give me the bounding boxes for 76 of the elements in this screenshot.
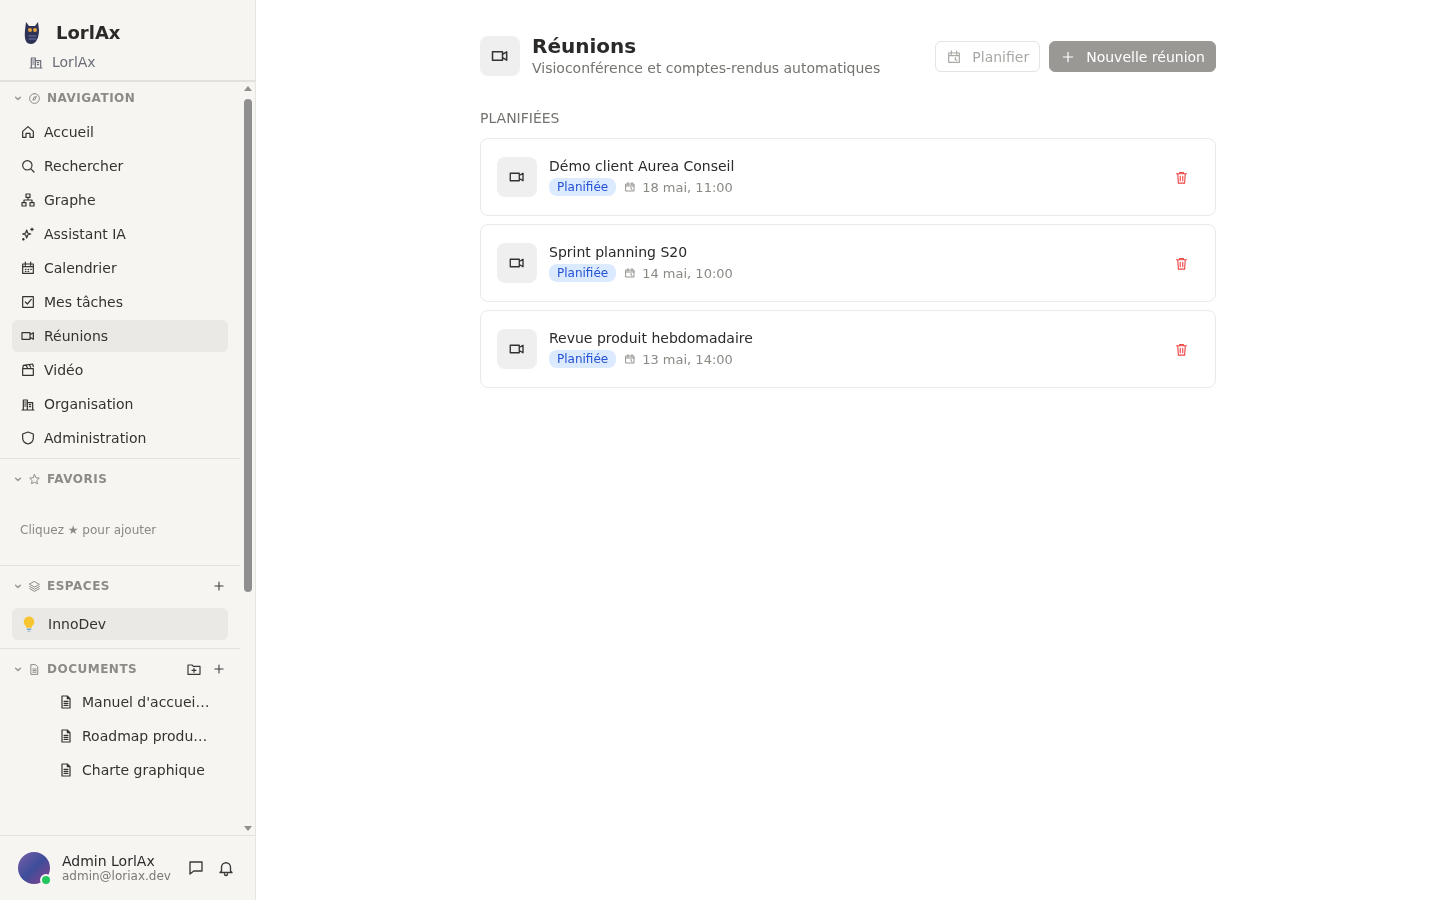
delete-icon[interactable] (1174, 255, 1189, 271)
section-title: ESPACES (47, 579, 111, 593)
page-title: Réunions (532, 34, 638, 58)
delete-icon[interactable] (1174, 169, 1189, 185)
video-camera-icon (497, 243, 537, 283)
nav-icon (20, 260, 36, 276)
app-name: LorlAx (56, 21, 121, 43)
new-folder-icon[interactable] (186, 661, 202, 677)
nav-item[interactable]: Réunions (12, 320, 228, 352)
video-camera-icon (480, 36, 520, 76)
chevron-icon[interactable] (14, 94, 22, 102)
meeting-time: 14 mai, 10:00 (642, 265, 733, 281)
status-badge: Planifiée (549, 350, 617, 368)
calendar-clock-icon (624, 353, 637, 365)
nav-icon (20, 158, 36, 174)
user-email: admin@loriax.dev (62, 869, 172, 883)
nav-item[interactable]: Graphe (12, 184, 228, 216)
document-icon (58, 728, 74, 744)
nav-item[interactable]: Accueil (12, 116, 228, 148)
document-item[interactable]: Charte graphique (0, 753, 240, 787)
compass-icon (28, 91, 41, 105)
nav-icon (20, 430, 36, 446)
document-icon (58, 694, 74, 710)
document-item[interactable]: Manuel d'accuei… (0, 685, 240, 719)
chevron-icon[interactable] (14, 665, 22, 673)
calendar-clock-icon (624, 267, 637, 279)
meeting-title: Démo client Aurea Conseil (549, 158, 736, 174)
meeting-time: 13 mai, 14:00 (642, 351, 733, 367)
nav-item[interactable]: Vidéo (12, 354, 228, 386)
nav-item[interactable]: Mes tâches (12, 286, 228, 318)
add-icon[interactable] (212, 662, 226, 676)
star-icon (28, 472, 41, 486)
meeting-time: 18 mai, 11:00 (642, 179, 733, 195)
status-badge: Planifiée (549, 178, 617, 196)
chat-icon[interactable] (187, 859, 205, 877)
nav-icon (20, 226, 36, 242)
video-camera-icon (497, 329, 537, 369)
document-icon (58, 762, 74, 778)
meeting-card[interactable]: Démo client Aurea Conseil Planifiée 18 mai, 11:00 (480, 138, 1216, 216)
calendar-clock-icon (946, 48, 963, 65)
workspace-name[interactable]: LorlAx (52, 54, 96, 70)
document-icon (28, 662, 41, 676)
nav-icon (20, 294, 36, 310)
bell-icon[interactable] (217, 859, 235, 877)
section-title: FAVORIS (47, 472, 109, 486)
nav-item[interactable]: Assistant IA (12, 218, 228, 250)
section-title: NAVIGATION (47, 91, 137, 105)
nav-item[interactable]: Administration (12, 422, 228, 454)
nav-item[interactable]: Calendrier (12, 252, 228, 284)
empty-hint: Cliquez ★ pour ajouter (19, 522, 158, 539)
nav-item[interactable]: Rechercher (12, 150, 228, 182)
nav-icon (20, 396, 36, 412)
meeting-card[interactable]: Revue produit hebdomadaire Planifiée 13 mai, 14:00 (480, 310, 1216, 388)
page-subtitle: Visioconférence et comptes-rendus automatiques (532, 60, 882, 76)
meeting-title: Sprint planning S20 (549, 244, 689, 260)
nav-icon (20, 192, 36, 208)
delete-icon[interactable] (1174, 341, 1189, 357)
space-item[interactable]: InnoDev (12, 608, 228, 640)
chevron-icon[interactable] (14, 582, 22, 590)
chevron-icon[interactable] (14, 475, 22, 483)
calendar-clock-icon (624, 181, 637, 193)
building-icon (28, 54, 44, 70)
nav-icon (20, 124, 36, 140)
document-item[interactable]: Roadmap produ… (0, 719, 240, 753)
nav-item[interactable]: Organisation (12, 388, 228, 420)
add-icon[interactable] (212, 579, 226, 593)
video-camera-icon (497, 157, 537, 197)
status-badge: Planifiée (549, 264, 617, 282)
nav-icon (20, 362, 36, 378)
meeting-title: Revue produit hebdomadaire (549, 330, 754, 346)
avatar[interactable] (18, 852, 50, 884)
layers-icon (28, 579, 41, 593)
meeting-card[interactable]: Sprint planning S20 Planifiée 14 mai, 10:00 (480, 224, 1216, 302)
section-title: PLANIFIÉES (480, 110, 561, 126)
user-name: Admin LorlAx (62, 853, 156, 869)
section-title: DOCUMENTS (47, 662, 139, 676)
